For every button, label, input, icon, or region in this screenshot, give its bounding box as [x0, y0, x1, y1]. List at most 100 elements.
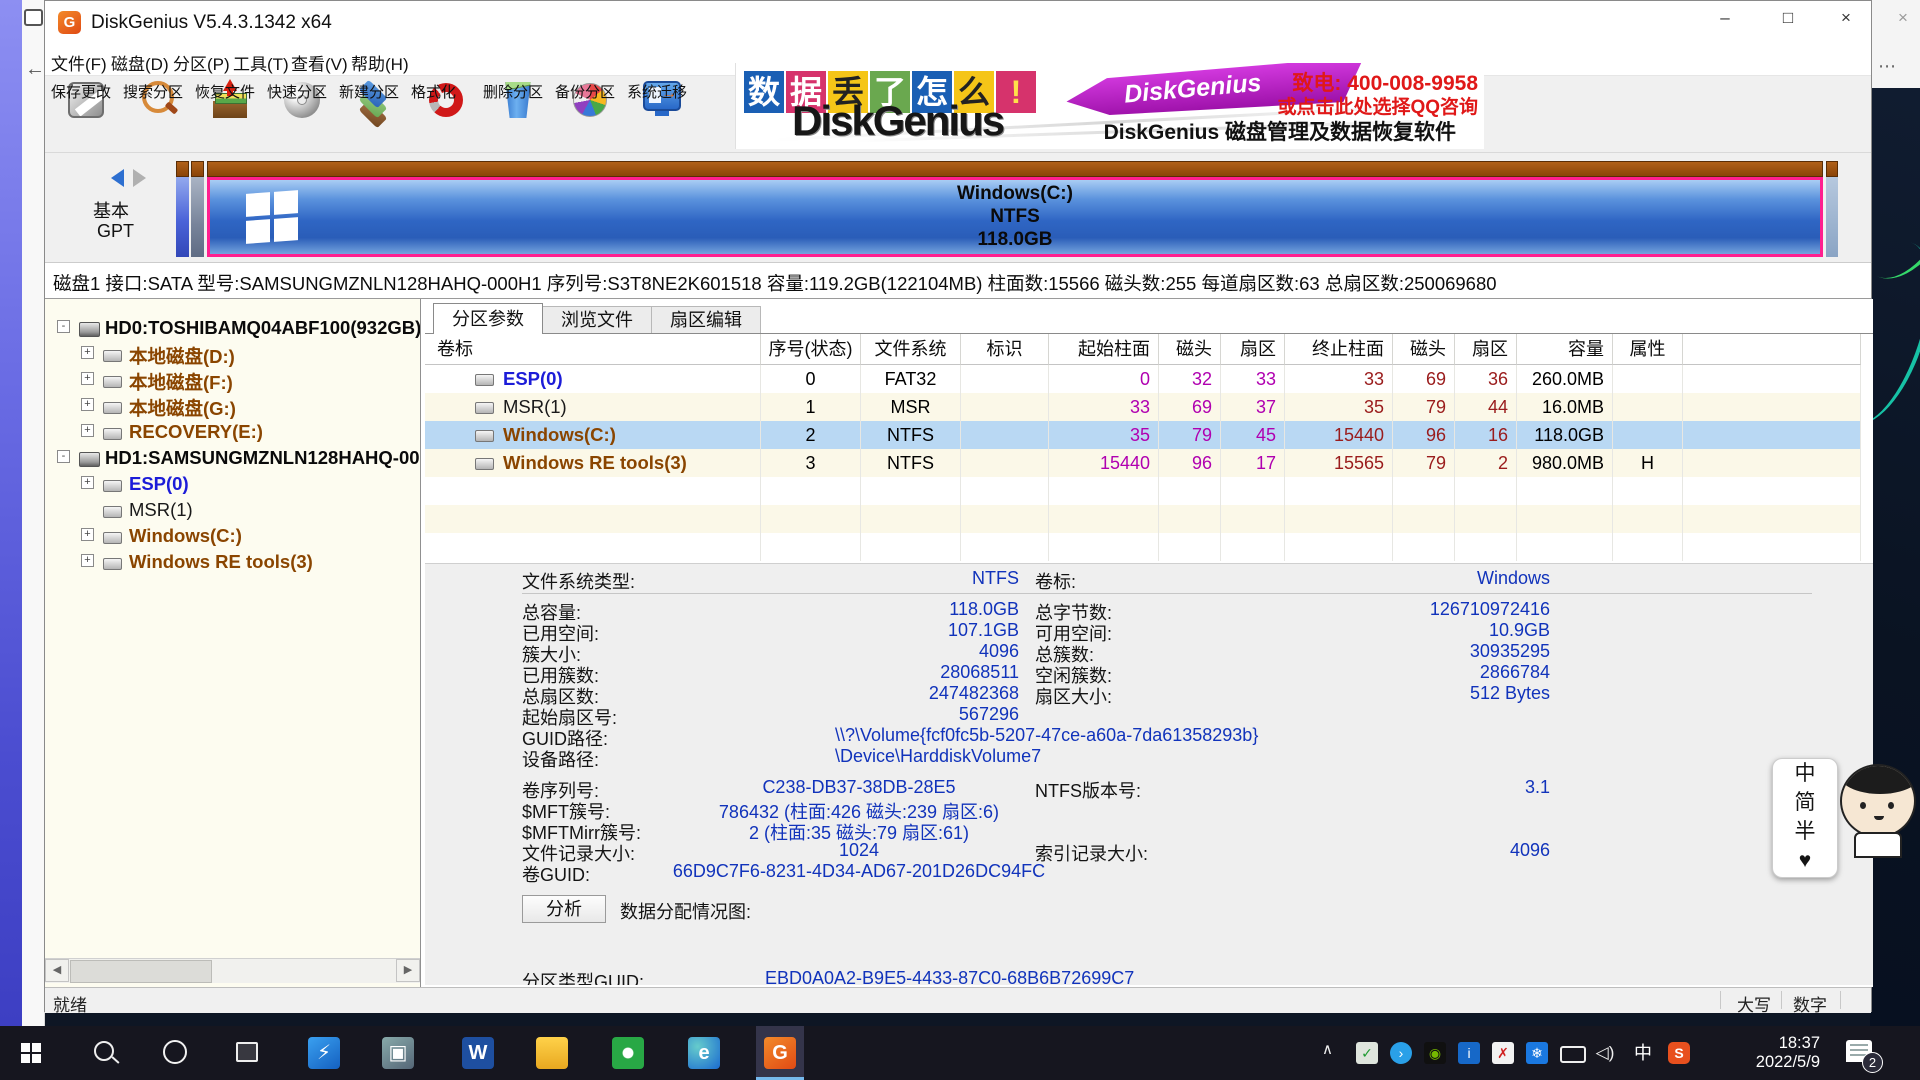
tray-chevron-icon[interactable]: ∧ — [1322, 1040, 1333, 1058]
selected-partition-name: Windows(C:) — [210, 183, 1820, 205]
nav-right-icon[interactable] — [133, 169, 146, 187]
partition-block-msr[interactable] — [191, 161, 204, 257]
ime-status-panel[interactable]: 中 简 半 ♥ — [1772, 758, 1838, 878]
title-bar[interactable]: G DiskGenius V5.4.3.1342 x64 – □ × — [45, 1, 1871, 45]
close-button[interactable]: × — [1821, 1, 1871, 37]
back-arrow-icon[interactable]: ← — [25, 58, 45, 81]
security-shield-icon[interactable]: ✗ — [1492, 1042, 1514, 1064]
status-bar: 就绪 大写 数字 — [45, 987, 1871, 1013]
tree-item-msr[interactable]: MSR(1) — [45, 497, 420, 523]
tree-item-recovery-e[interactable]: + RECOVERY(E:) — [45, 419, 420, 445]
expand-icon[interactable]: + — [81, 372, 94, 385]
collapse-icon[interactable]: - — [57, 320, 70, 333]
expand-icon[interactable]: + — [81, 554, 94, 567]
horizontal-scrollbar[interactable]: ◀ ▶ — [45, 958, 420, 983]
tree-item-label: MSR(1) — [129, 499, 193, 521]
collapse-icon[interactable]: - — [57, 450, 70, 463]
partition-block-esp[interactable] — [176, 161, 189, 257]
clock-time: 18:37 — [1730, 1034, 1820, 1053]
taskbar-diskgenius-active[interactable]: G — [756, 1026, 804, 1080]
banner-qq-link[interactable]: 或点击此处选择QQ咨询 — [1277, 92, 1478, 119]
clipped-detail-label: 分区类型GUID: — [522, 968, 644, 985]
cortana-button[interactable] — [150, 1026, 198, 1080]
tray-check-icon[interactable]: ✓ — [1356, 1042, 1378, 1064]
task-view-button[interactable] — [222, 1026, 270, 1080]
table-row-windows-c-selected[interactable]: Windows(C:) 2 NTFS 35 79 45 15440 96 16 … — [425, 421, 1861, 449]
search-partition-button[interactable]: 搜索分区 — [123, 78, 193, 152]
tree-item-local-g[interactable]: + 本地磁盘(G:) — [45, 393, 420, 419]
tab-browse-files[interactable]: 浏览文件 — [542, 306, 652, 334]
taskbar-clock[interactable]: 18:37 2022/5/9 — [1730, 1034, 1820, 1072]
tree-item-esp[interactable]: + ESP(0) — [45, 471, 420, 497]
sogou-icon[interactable]: S — [1668, 1042, 1690, 1064]
tree-item-re-tools[interactable]: + Windows RE tools(3) — [45, 549, 420, 575]
menu-help[interactable]: 帮助(H) — [345, 48, 415, 77]
tree-item-local-d[interactable]: + 本地磁盘(D:) — [45, 341, 420, 367]
expand-icon[interactable]: + — [81, 398, 94, 411]
system-migration-button[interactable]: 系统迁移 — [627, 78, 697, 152]
snowflake-icon[interactable]: ❄ — [1526, 1042, 1548, 1064]
table-row-re-tools[interactable]: Windows RE tools(3) 3 NTFS 15440 96 17 1… — [425, 449, 1861, 477]
menu-partition[interactable]: 分区(P) — [167, 48, 236, 77]
ad-banner[interactable]: 数 据 丢 了 怎 么 ! DiskGenius DiskGenius 致电: … — [735, 63, 1484, 149]
format-button[interactable]: 格式化 — [411, 78, 481, 152]
taskbar-app-1[interactable]: ⚡ — [300, 1026, 348, 1080]
tree-item-local-f[interactable]: + 本地磁盘(F:) — [45, 367, 420, 393]
ime-heart-icon[interactable]: ♥ — [1773, 846, 1837, 875]
expand-icon[interactable]: + — [81, 346, 94, 359]
partition-icon — [103, 480, 122, 492]
taskbar-explorer[interactable] — [528, 1026, 576, 1080]
tab-sector-edit[interactable]: 扇区编辑 — [651, 306, 761, 334]
taskbar-edge[interactable]: e — [680, 1026, 728, 1080]
table-row-esp[interactable]: ESP(0) 0 FAT32 0 32 33 33 69 36 260.0MB — [425, 365, 1861, 393]
taskbar-word[interactable]: W — [454, 1026, 502, 1080]
expand-icon[interactable]: + — [81, 424, 94, 437]
background-close-icon[interactable]: × — [1898, 8, 1908, 28]
ime-simplified[interactable]: 简 — [1773, 788, 1837, 817]
tree-item-label: ESP(0) — [129, 473, 189, 495]
quick-partition-button[interactable]: 快速分区 — [267, 78, 337, 152]
pinned-app-icon: ⚡ — [308, 1037, 340, 1069]
expand-icon[interactable]: + — [81, 476, 94, 489]
start-button[interactable] — [6, 1026, 54, 1080]
minimize-button[interactable]: – — [1700, 1, 1750, 37]
background-more-icon[interactable]: ⋯ — [1878, 56, 1897, 77]
menu-disk[interactable]: 磁盘(D) — [105, 48, 175, 77]
taskbar-app-2[interactable]: ▣ — [374, 1026, 422, 1080]
ime-lang[interactable]: 中 — [1773, 759, 1837, 788]
table-row-msr[interactable]: MSR(1) 1 MSR 33 69 37 35 79 44 16.0MB — [425, 393, 1861, 421]
partition-icon — [475, 402, 494, 414]
scrollbar-thumb[interactable] — [70, 960, 212, 983]
expand-icon[interactable]: + — [81, 528, 94, 541]
backup-partition-button[interactable]: 备份分区 — [555, 78, 625, 152]
allocation-map-label: 数据分配情况图: — [620, 898, 751, 924]
delete-partition-button[interactable]: 删除分区 — [483, 78, 553, 152]
ime-indicator[interactable]: 中 — [1632, 1042, 1654, 1064]
tab-partition-params[interactable]: 分区参数 — [433, 303, 543, 334]
nav-left-icon[interactable] — [111, 169, 124, 187]
partition-icon — [103, 532, 122, 544]
tree-item-windows-c[interactable]: + Windows(C:) — [45, 523, 420, 549]
battery-icon[interactable] — [1560, 1046, 1586, 1063]
partition-block-re-tools[interactable] — [1826, 161, 1838, 257]
tree-item-hd1[interactable]: - HD1:SAMSUNGMZNLN128HAHQ-000 — [45, 445, 420, 471]
menu-file[interactable]: 文件(F) — [45, 48, 113, 77]
scroll-left-icon[interactable]: ◀ — [45, 959, 69, 982]
taskbar-browser-green[interactable] — [604, 1026, 652, 1080]
scroll-right-icon[interactable]: ▶ — [396, 959, 420, 982]
tray-bird-icon[interactable]: › — [1390, 1042, 1412, 1064]
taskbar-search-button[interactable] — [80, 1026, 128, 1080]
diskgenius-app-icon: G — [58, 11, 81, 34]
tree-item-hd0[interactable]: - HD0:TOSHIBAMQ04ABF100(932GB) — [45, 315, 420, 341]
ime-halfwidth[interactable]: 半 — [1773, 817, 1837, 846]
partition-block-windows-c[interactable]: Windows(C:) NTFS 118.0GB — [207, 161, 1823, 257]
speaker-icon[interactable]: ◁) — [1594, 1042, 1616, 1064]
recover-files-button[interactable]: 恢复文件 — [195, 78, 265, 152]
nvidia-icon[interactable]: ◉ — [1424, 1042, 1446, 1064]
maximize-button[interactable]: □ — [1763, 1, 1813, 37]
menu-view[interactable]: 查看(V) — [285, 48, 354, 77]
analyze-button[interactable]: 分析 — [522, 895, 606, 923]
intel-graphics-icon[interactable]: i — [1458, 1042, 1480, 1064]
new-partition-button[interactable]: 新建分区 — [339, 78, 409, 152]
save-changes-button[interactable]: 保存更改 — [51, 78, 121, 152]
